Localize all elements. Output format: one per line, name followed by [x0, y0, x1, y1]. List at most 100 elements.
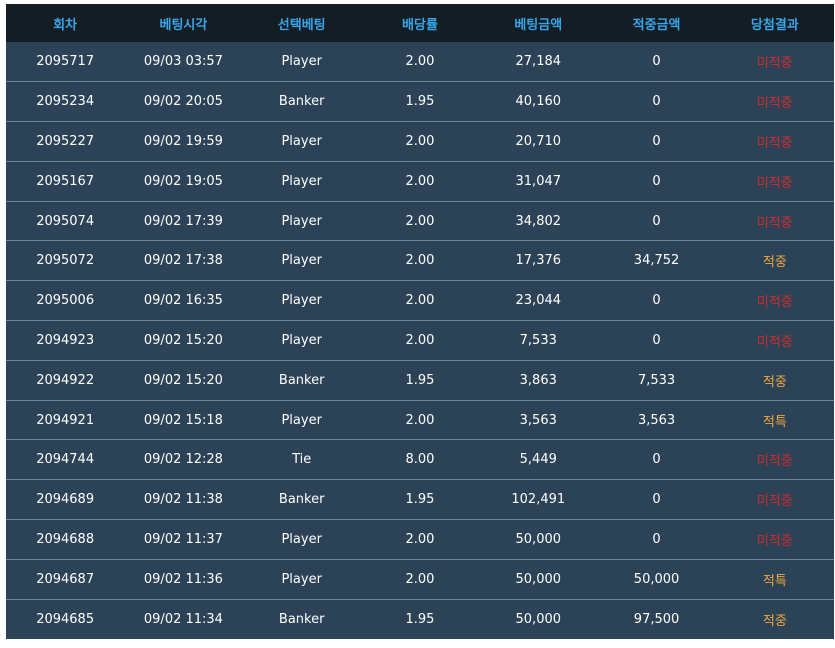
cell-win-amount: 97,500 [633, 611, 680, 627]
cell-win-amount: 0 [652, 213, 661, 229]
column-header-bet-choice: 선택베팅 [277, 17, 326, 33]
cell-bet-time: 09/02 11:36 [143, 571, 223, 587]
cell-result: 적중 [762, 613, 787, 629]
cell-round: 2094685 [36, 611, 95, 627]
cell-round: 2095072 [36, 253, 95, 269]
cell-odds: 2.00 [405, 133, 435, 149]
table-row: 2095227 09/02 19:59 Player 2.00 20,710 0 미적중 [6, 121, 834, 162]
cell-win-amount: 0 [652, 332, 661, 348]
cell-win-amount: 0 [652, 293, 661, 309]
cell-result: 미적중 [756, 533, 793, 549]
cell-bet-time: 09/02 20:05 [143, 94, 223, 110]
cell-bet-amount: 34,802 [515, 213, 562, 229]
header-row: 회차 베팅시각 선택베팅 배당률 베팅금액 적중금액 당첨결과 [6, 4, 834, 42]
cell-bet-amount: 40,160 [515, 94, 562, 110]
cell-bet-time: 09/02 15:20 [143, 332, 223, 348]
cell-win-amount: 0 [652, 492, 661, 508]
cell-bet-time: 09/02 11:38 [143, 492, 223, 508]
cell-bet-choice: Banker [278, 372, 325, 388]
cell-result: 적특 [762, 573, 787, 589]
column-header-odds: 배당률 [402, 17, 438, 33]
cell-result: 미적중 [756, 96, 793, 112]
cell-bet-amount: 7,533 [519, 332, 557, 348]
cell-bet-choice: Player [281, 332, 322, 348]
cell-bet-amount: 3,863 [519, 372, 557, 388]
cell-win-amount: 3,563 [637, 412, 676, 428]
cell-bet-amount: 50,000 [515, 531, 562, 547]
cell-odds: 2.00 [405, 571, 435, 587]
cell-round: 2094744 [36, 452, 95, 468]
cell-odds: 8.00 [405, 452, 435, 468]
table-row: 2094922 09/02 15:20 Banker 1.95 3,863 7,533 적중 [6, 360, 834, 401]
cell-odds: 2.00 [405, 332, 435, 348]
cell-win-amount: 7,533 [637, 372, 676, 388]
cell-bet-choice: Player [281, 133, 322, 149]
cell-result: 미적중 [756, 494, 793, 510]
cell-bet-time: 09/03 03:57 [143, 54, 223, 70]
cell-bet-time: 09/02 15:18 [143, 412, 223, 428]
cell-result: 미적중 [756, 135, 793, 151]
cell-win-amount: 0 [652, 54, 661, 70]
cell-bet-choice: Player [281, 531, 322, 547]
cell-result: 미적중 [756, 175, 793, 191]
cell-bet-time: 09/02 19:59 [143, 133, 223, 149]
cell-bet-time: 09/02 16:35 [143, 293, 223, 309]
cell-odds: 2.00 [405, 253, 435, 269]
cell-bet-time: 09/02 17:38 [143, 253, 223, 269]
cell-result: 적중 [762, 374, 787, 390]
cell-bet-choice: Tie [292, 452, 312, 468]
table-row: 2095167 09/02 19:05 Player 2.00 31,047 0 미적중 [6, 161, 834, 202]
cell-bet-amount: 50,000 [515, 571, 562, 587]
table-row: 2094687 09/02 11:36 Player 2.00 50,000 50,000… [6, 559, 834, 600]
column-header-win-amount: 적중금액 [632, 17, 681, 33]
column-header-round: 회차 [53, 17, 78, 33]
table-row: 2095717 09/03 03:57 Player 2.00 27,184 0 미적중 [6, 42, 834, 82]
cell-bet-choice: Player [281, 412, 322, 428]
cell-result: 미적중 [756, 454, 793, 470]
cell-round: 2094923 [36, 332, 95, 348]
cell-odds: 2.00 [405, 531, 435, 547]
cell-bet-time: 09/02 11:37 [143, 531, 223, 547]
cell-win-amount: 0 [652, 452, 661, 468]
table-row: 2094744 09/02 12:28 Tie 8.00 5,449 0 미적중 [6, 439, 834, 480]
cell-bet-choice: Player [281, 253, 322, 269]
cell-win-amount: 0 [652, 173, 661, 189]
cell-result: 미적중 [756, 56, 793, 72]
cell-bet-time: 09/02 17:39 [143, 213, 223, 229]
cell-bet-choice: Banker [278, 492, 325, 508]
table-row: 2094685 09/02 11:34 Banker 1.95 50,000 97,500… [6, 599, 834, 639]
cell-bet-time: 09/02 12:28 [143, 452, 223, 468]
cell-bet-amount: 50,000 [515, 611, 562, 627]
cell-result: 적특 [762, 414, 787, 430]
cell-bet-time: 09/02 15:20 [143, 372, 223, 388]
cell-odds: 1.95 [405, 94, 435, 110]
cell-bet-choice: Player [281, 571, 322, 587]
cell-round: 2094687 [36, 571, 95, 587]
cell-round: 2095006 [36, 293, 95, 309]
table-row: 2095006 09/02 16:35 Player 2.00 23,044 0 미적중 [6, 280, 834, 321]
table-row: 2094688 09/02 11:37 Player 2.00 50,000 0 미적중 [6, 519, 834, 560]
cell-win-amount: 50,000 [633, 571, 680, 587]
cell-bet-amount: 5,449 [519, 452, 557, 468]
column-header-bet-time: 베팅시각 [159, 17, 208, 33]
cell-bet-choice: Player [281, 213, 322, 229]
cell-odds: 2.00 [405, 293, 435, 309]
column-header-result: 당첨결과 [750, 17, 799, 33]
cell-bet-choice: Banker [278, 94, 325, 110]
cell-round: 2094689 [36, 492, 95, 508]
bet-history-panel: 회차 베팅시각 선택베팅 배당률 베팅금액 적중금액 당첨결과 2095717 0… [6, 4, 834, 639]
cell-result: 미적중 [756, 215, 793, 231]
cell-bet-amount: 3,563 [519, 412, 557, 428]
cell-bet-amount: 31,047 [515, 173, 562, 189]
table-row: 2094921 09/02 15:18 Player 2.00 3,563 3,563 적특 [6, 400, 834, 440]
cell-odds: 2.00 [405, 54, 435, 70]
cell-win-amount: 0 [652, 94, 661, 110]
cell-bet-time: 09/02 11:34 [143, 611, 223, 627]
table-row: 2095234 09/02 20:05 Banker 1.95 40,160 0 미적중 [6, 81, 834, 122]
cell-bet-amount: 17,376 [515, 253, 562, 269]
cell-bet-time: 09/02 19:05 [143, 173, 223, 189]
cell-round: 2095227 [36, 133, 95, 149]
cell-round: 2095167 [36, 173, 95, 189]
cell-bet-amount: 23,044 [515, 293, 562, 309]
cell-round: 2094688 [36, 531, 95, 547]
